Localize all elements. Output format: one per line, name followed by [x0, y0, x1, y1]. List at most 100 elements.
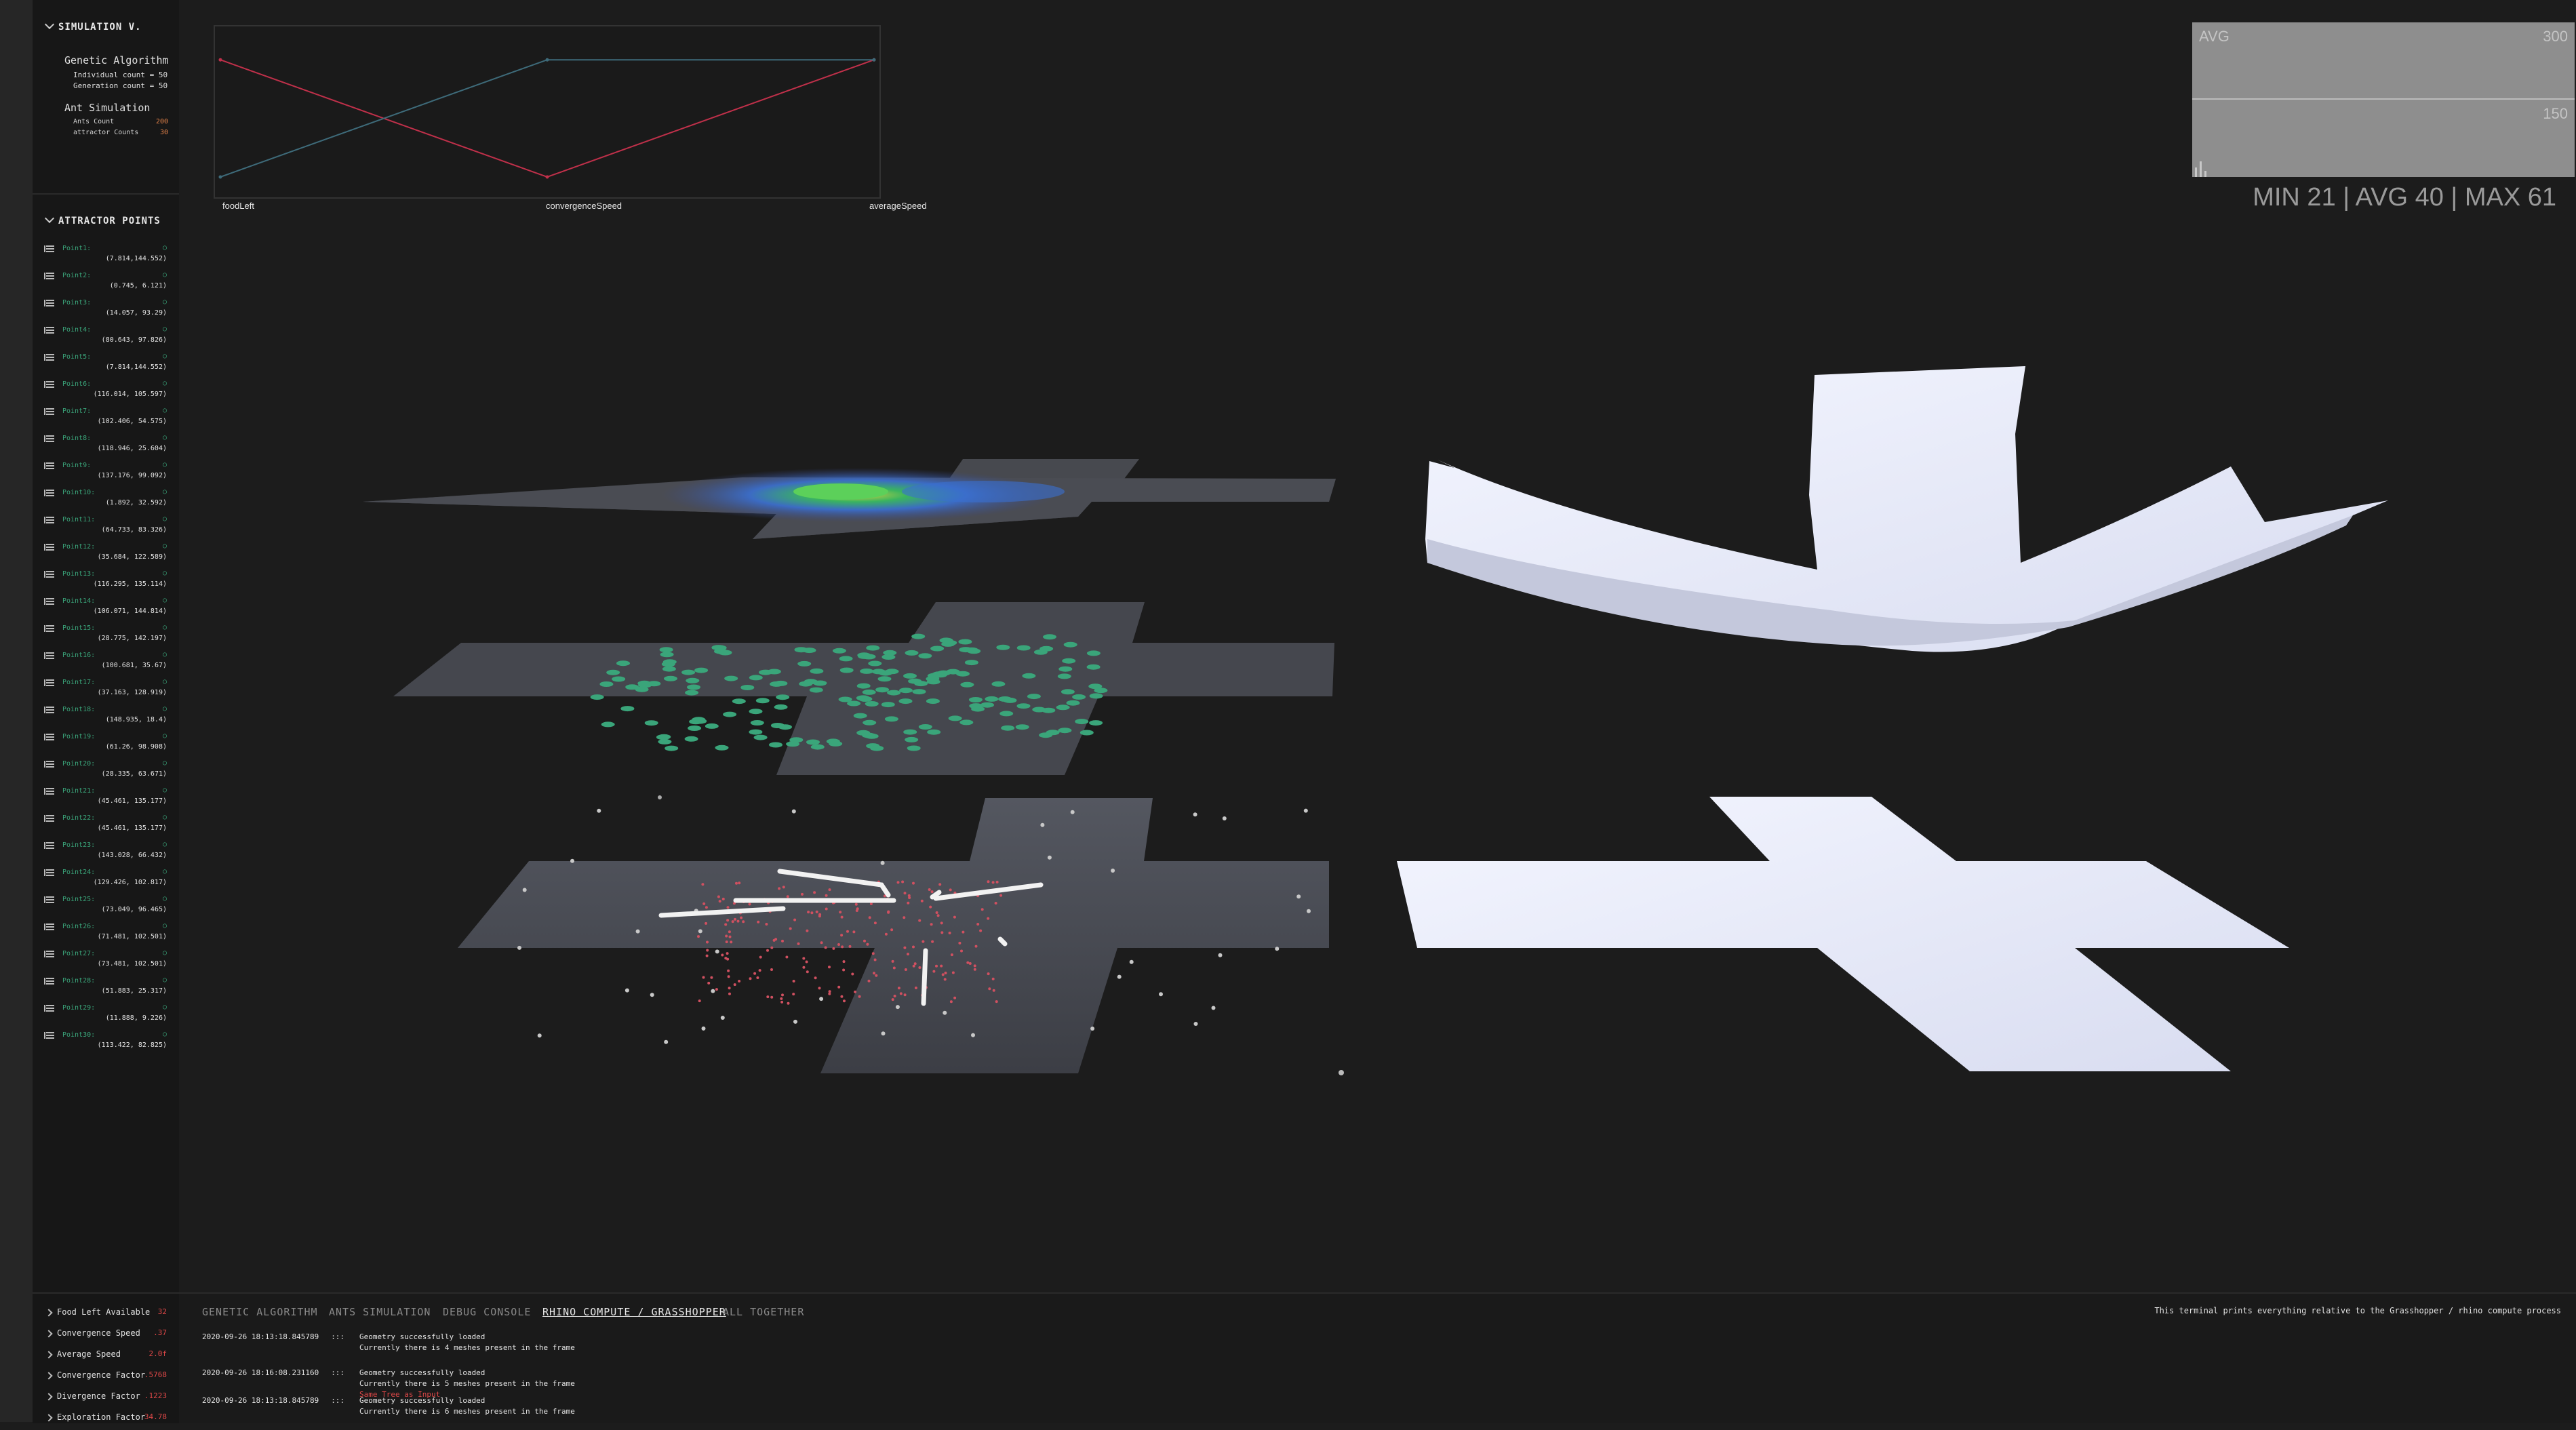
metric-row[interactable]: Average Speed 2.0f — [33, 1347, 179, 1367]
scatter-dot — [898, 698, 913, 704]
ant-dot — [953, 996, 957, 999]
ant-dot — [792, 980, 795, 982]
scatter-dot — [732, 698, 746, 704]
ant-dot — [706, 940, 709, 944]
ant-dot — [994, 902, 997, 905]
ant-dot — [884, 932, 888, 936]
log-time: 2020-09-26 18:16:08.231160 — [202, 1368, 319, 1377]
ant-dot — [903, 993, 907, 997]
scatter-dot — [1015, 724, 1029, 730]
ant-dot — [931, 940, 934, 943]
ant-dot — [828, 888, 831, 892]
attractor-dot — [537, 1033, 542, 1038]
attractor-dot — [791, 809, 796, 814]
scatter-dot — [662, 659, 677, 665]
ant-dot — [778, 887, 781, 890]
ant-dot — [914, 987, 917, 989]
tab-all-together[interactable]: ALL TOGETHER — [723, 1306, 804, 1318]
metric-row[interactable]: Convergence Speed .37 — [33, 1326, 179, 1346]
metric-label: Divergence Factor — [57, 1391, 140, 1401]
scatter-dot — [865, 701, 879, 707]
scatter-dot — [1016, 703, 1031, 709]
scatter-dot — [999, 711, 1014, 717]
ant-simulation-plate — [458, 795, 1344, 1075]
ant-dot — [697, 935, 700, 938]
ant-dot — [987, 972, 990, 976]
chevron-right-icon — [45, 1330, 53, 1338]
scatter-dot — [930, 646, 945, 652]
surface-mesh-curved — [1425, 366, 2388, 652]
ant-dot — [918, 966, 922, 969]
scatter-dot — [1058, 728, 1072, 734]
ant-dot — [988, 987, 991, 991]
scatter-dot — [723, 711, 737, 717]
scatter-dot — [868, 660, 882, 667]
scatter-dot — [620, 706, 635, 712]
ant-dot — [815, 910, 818, 913]
ant-dot — [930, 890, 934, 894]
metric-row[interactable]: Divergence Factor .1223 — [33, 1389, 179, 1409]
scatter-dot — [692, 717, 706, 723]
scatter-dot — [832, 648, 846, 654]
scatter-dot — [908, 678, 922, 684]
ant-dot — [940, 931, 944, 934]
ant-dot — [706, 949, 709, 952]
ant-dot — [724, 923, 728, 926]
metric-label: Convergence Factor — [57, 1370, 146, 1380]
ant-dot — [837, 985, 841, 989]
chevron-right-icon — [45, 1372, 53, 1380]
ant-dot — [797, 942, 800, 945]
log-line: Geometry successfully loaded — [359, 1368, 486, 1377]
ant-dot — [891, 998, 894, 1001]
ant-dot — [958, 941, 962, 945]
ant-dot — [875, 974, 878, 977]
ant-dot — [897, 987, 900, 990]
log-timestamp: 2020-09-26 18:16:08.231160::: — [202, 1368, 357, 1377]
chevron-right-icon — [45, 1309, 53, 1317]
ant-dot — [852, 930, 856, 934]
ant-dot — [781, 939, 784, 942]
ant-dot — [728, 987, 731, 990]
ant-dot — [943, 978, 947, 981]
scatter-dot — [1089, 720, 1103, 726]
ant-dot — [807, 911, 810, 914]
scatter-dot — [664, 675, 677, 681]
ant-dot — [721, 953, 724, 957]
scatter-dot — [705, 723, 719, 729]
tab-ants-simulation[interactable]: ANTS SIMULATION — [329, 1306, 431, 1318]
ant-dot — [966, 961, 970, 964]
metric-value: 32 — [157, 1307, 167, 1316]
scatter-dot — [875, 687, 890, 693]
scatter-dot — [968, 697, 983, 702]
ant-dot — [948, 932, 951, 934]
scatter-dot — [1043, 634, 1056, 640]
attractor-dot — [1275, 947, 1280, 951]
scatter-dot — [839, 667, 854, 673]
ant-dot — [974, 945, 978, 948]
attractor-dot — [701, 1026, 706, 1031]
ant-dot — [801, 892, 804, 896]
scatter-dot — [1089, 693, 1103, 699]
metric-row[interactable]: Convergence Factor .5768 — [33, 1368, 179, 1388]
scatter-dot — [912, 689, 926, 695]
scatter-dot — [659, 647, 673, 653]
viewport-3d[interactable] — [0, 0, 2576, 1288]
ant-dot — [726, 952, 729, 955]
ant-dot — [753, 972, 757, 975]
ant-dot — [707, 981, 711, 985]
ant-dot — [848, 945, 852, 948]
ant-dot — [715, 988, 718, 991]
tab-genetic-algorithm[interactable]: GENETIC ALGORITHM — [202, 1306, 318, 1318]
scatter-dot — [969, 703, 983, 709]
metric-row[interactable]: Food Left Available 32 — [33, 1305, 179, 1325]
scatter-dot — [964, 660, 978, 666]
ant-dot — [782, 886, 785, 889]
scatter-dot — [656, 734, 670, 740]
metric-label: Convergence Speed — [57, 1328, 140, 1338]
ant-dot — [770, 968, 773, 971]
tab-rhino-compute[interactable]: RHINO COMPUTE / GRASSHOPPER — [542, 1306, 726, 1318]
metric-row[interactable]: Exploration Factor 34.78 — [33, 1410, 179, 1430]
tab-debug-console[interactable]: DEBUG CONSOLE — [443, 1306, 531, 1318]
metric-label: Food Left Available — [57, 1307, 151, 1317]
ant-dot — [944, 972, 947, 974]
